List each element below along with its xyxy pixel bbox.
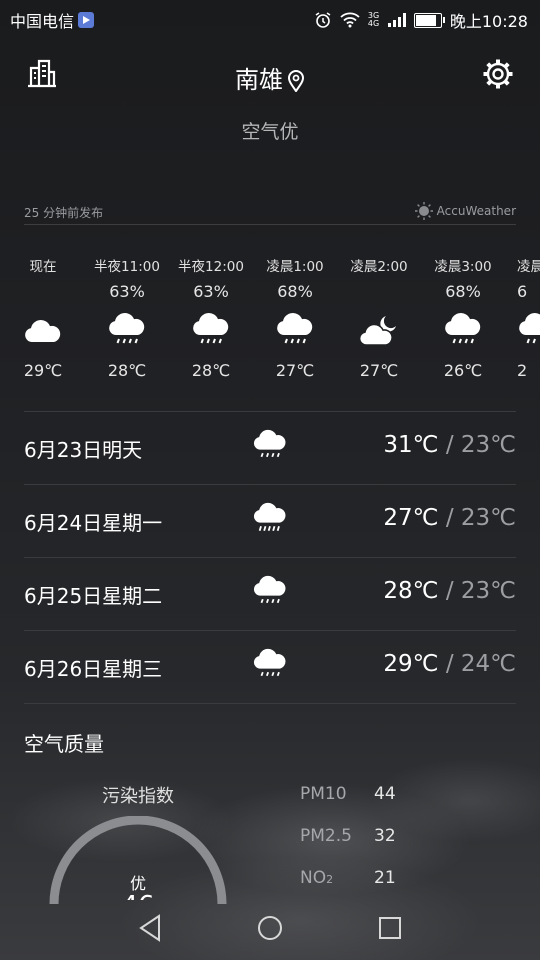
rain-icon — [109, 313, 145, 344]
hourly-precip: 63% — [109, 282, 145, 301]
hourly-precip: 68% — [445, 282, 481, 301]
hourly-time: 半夜12:00 — [178, 259, 244, 275]
hourly-temp: 26℃ — [443, 361, 483, 380]
hourly-temp: 28℃ — [191, 361, 231, 380]
hourly-item: 凌晨2:00 27℃ — [337, 256, 421, 386]
pollutant-list: PM10 44 PM2.5 32 NO2 21 — [300, 784, 396, 910]
hourly-temp: 29℃ — [23, 361, 63, 380]
daily-high: 27℃ — [383, 505, 439, 531]
pollutant-row: PM10 44 — [300, 784, 396, 826]
hourly-time: 现在 — [29, 259, 57, 275]
night-cloudy-icon — [358, 316, 396, 346]
hourly-precip — [337, 278, 421, 306]
hourly-time: 半夜11:00 — [94, 259, 160, 275]
gear-icon — [483, 59, 513, 89]
daily-high: 31℃ — [383, 432, 439, 458]
status-bar: 中国电信 3G 4G 晚上10:28 — [0, 0, 540, 36]
pollutant-name: PM2.5 — [300, 826, 352, 846]
pollutant-name-sub: 2 — [326, 873, 334, 886]
rain-icon — [445, 313, 481, 344]
rain-icon — [253, 429, 286, 458]
daily-row[interactable]: 6月26日星期三 29℃ / 24℃ — [24, 630, 516, 704]
heavy-rain-icon — [253, 502, 286, 531]
city-name: 南雄 — [235, 66, 283, 94]
hourly-precip — [1, 278, 85, 306]
daily-separator: / — [438, 505, 461, 531]
hourly-precip: 6 — [517, 282, 528, 301]
daily-date: 6月26日星期三 — [24, 657, 163, 681]
hourly-temp: 27℃ — [275, 361, 315, 380]
hourly-time: 凌晨2:00 — [350, 259, 408, 275]
daily-separator: / — [438, 432, 461, 458]
location-pin-icon — [287, 70, 305, 92]
pollution-index-value: 46 — [121, 893, 154, 900]
daily-separator: / — [438, 578, 461, 604]
pollution-level: 优 — [129, 874, 146, 893]
accuweather-sun-icon — [414, 202, 433, 220]
hourly-item: 凌晨4 6 2 — [505, 256, 540, 386]
hourly-temp: 2 — [517, 361, 528, 380]
hourly-precip: 68% — [277, 282, 313, 301]
pollutant-value: 32 — [374, 826, 396, 846]
air-quality-title: 空气质量 — [24, 732, 104, 756]
hourly-time: 凌晨3:00 — [434, 259, 492, 275]
air-quality-summary[interactable]: 空气优 — [0, 117, 540, 144]
daily-date: 6月24日星期一 — [24, 511, 163, 535]
publish-info: 25 分钟前发布 AccuWeather — [24, 202, 516, 225]
city-title[interactable]: 南雄 — [0, 60, 540, 95]
hourly-item: 凌晨1:00 68% 27℃ — [253, 256, 337, 386]
back-icon[interactable] — [138, 914, 162, 942]
rain-icon — [519, 313, 540, 344]
rain-icon — [193, 313, 229, 344]
wifi-icon — [340, 12, 360, 28]
daily-low: 24℃ — [460, 651, 516, 677]
daily-low: 23℃ — [460, 505, 516, 531]
navigation-bar — [0, 900, 540, 960]
hourly-precip: 63% — [193, 282, 229, 301]
pollutant-name: PM10 — [300, 784, 347, 804]
app-notification-icon — [78, 12, 95, 28]
battery-icon — [413, 12, 445, 28]
pollution-index-label: 污染指数 — [102, 786, 174, 807]
hourly-temp: 28℃ — [107, 361, 147, 380]
hourly-time: 凌晨1:00 — [266, 259, 324, 275]
hourly-forecast[interactable]: 现在 29℃ 半夜11:00 63% 28℃ 半夜12:00 63% 28℃ 凌… — [0, 256, 540, 396]
daily-date: 6月23日明天 — [24, 438, 143, 462]
network-type-label: 3G 4G — [367, 11, 380, 28]
carrier-label: 中国电信 — [10, 12, 75, 31]
rain-icon — [253, 648, 286, 677]
daily-row[interactable]: 6月25日星期二 28℃ / 23℃ — [24, 557, 516, 630]
settings-button[interactable] — [482, 58, 514, 94]
daily-date: 6月25日星期二 — [24, 584, 163, 608]
home-icon[interactable] — [257, 914, 283, 942]
alarm-icon — [315, 12, 331, 28]
hourly-item: 半夜11:00 63% 28℃ — [85, 256, 169, 386]
publish-time: 25 分钟前发布 — [24, 206, 104, 220]
hourly-item: 半夜12:00 63% 28℃ — [169, 256, 253, 386]
recent-apps-icon[interactable] — [378, 914, 402, 942]
hourly-temp: 27℃ — [359, 361, 399, 380]
hourly-item: 现在 29℃ — [1, 256, 85, 386]
rain-icon — [277, 313, 313, 344]
daily-forecast: 6月23日明天 31℃ / 23℃ 6月24日星期一 27℃ / 23℃ 6月2… — [24, 411, 516, 704]
clock-label: 晚上10:28 — [449, 12, 528, 31]
daily-high: 28℃ — [383, 578, 439, 604]
header: 南雄 — [0, 56, 540, 96]
rain-icon — [253, 575, 286, 604]
cloudy-icon — [25, 320, 61, 342]
pollutant-row: PM2.5 32 — [300, 826, 396, 868]
signal-icon — [387, 13, 406, 27]
hourly-time: 凌晨4 — [517, 259, 540, 275]
provider-name[interactable]: AccuWeather — [437, 204, 516, 218]
daily-row[interactable]: 6月24日星期一 27℃ / 23℃ — [24, 484, 516, 557]
daily-low: 23℃ — [460, 578, 516, 604]
daily-separator: / — [438, 651, 461, 677]
hourly-item: 凌晨3:00 68% 26℃ — [421, 256, 505, 386]
daily-high: 29℃ — [383, 651, 439, 677]
daily-row[interactable]: 6月23日明天 31℃ / 23℃ — [24, 411, 516, 484]
pollutant-value: 44 — [374, 784, 396, 804]
daily-low: 23℃ — [460, 432, 516, 458]
pollutant-name-main: NO — [300, 868, 327, 888]
